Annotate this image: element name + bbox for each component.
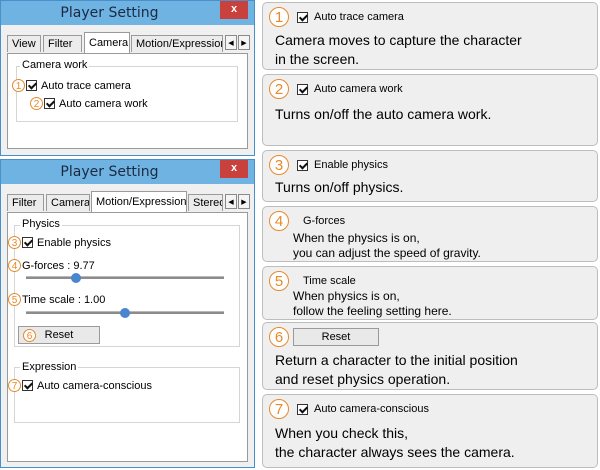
tab-motion-expression[interactable]: Motion/Expression xyxy=(131,35,223,52)
number-badge: 1 xyxy=(12,79,25,92)
number-badge: 1 xyxy=(269,7,289,27)
tab-filter[interactable]: Filter xyxy=(43,35,82,52)
number-badge: 6 xyxy=(269,327,289,347)
card-header-label: G-forces xyxy=(303,215,346,227)
title-bar[interactable]: Player Setting x xyxy=(1,160,254,184)
expression-group xyxy=(14,367,240,423)
number-badge: 7 xyxy=(8,379,21,392)
tab-bar: View Filter Camera Motion/Expression ◀ ▶ xyxy=(7,32,250,53)
group-title-expression: Expression xyxy=(20,361,79,373)
auto-trace-camera-checkbox[interactable] xyxy=(26,80,37,91)
auto-camera-work-row[interactable]: 2 Auto camera work xyxy=(30,97,148,110)
enable-physics-row[interactable]: 3 Enable physics xyxy=(8,236,111,249)
auto-camera-conscious-label: Auto camera-conscious xyxy=(37,379,152,392)
auto-trace-camera-label: Auto trace camera xyxy=(41,79,131,92)
card-header: 6 Reset xyxy=(269,327,379,347)
card-header-label: Time scale xyxy=(303,275,356,287)
timescale-slider[interactable] xyxy=(26,308,224,318)
gforces-slider[interactable] xyxy=(26,273,224,283)
number-badge: 5 xyxy=(8,293,21,306)
card-description: Camera moves to capture the character in… xyxy=(275,32,522,67)
number-badge: 3 xyxy=(269,155,289,175)
tab-motion-expression[interactable]: Motion/Expression xyxy=(91,191,187,212)
card-gforces: 4 G-forces When the physics is on, you c… xyxy=(262,206,598,262)
camera-panel: Camera work 1 Auto trace camera 2 Auto c… xyxy=(7,53,248,149)
title-bar[interactable]: Player Setting x xyxy=(1,1,254,25)
window-title: Player Setting xyxy=(60,5,159,21)
tab-scroll-right-icon[interactable]: ▶ xyxy=(238,194,250,209)
number-badge: 4 xyxy=(269,211,289,231)
reset-button-label: Reset xyxy=(44,329,74,341)
gforces-row: 4 G-forces : 9.77 xyxy=(8,259,95,272)
reset-row: 6 Reset xyxy=(18,326,100,344)
card-description: Turns on/off the auto camera work. xyxy=(275,106,492,122)
card-description: When you check this, the character alway… xyxy=(275,425,515,460)
group-title-camera-work: Camera work xyxy=(20,59,90,71)
card-header-label: Auto trace camera xyxy=(314,11,404,23)
number-badge: 2 xyxy=(30,97,43,110)
gforces-slider-thumb[interactable] xyxy=(70,273,81,283)
number-badge: 3 xyxy=(8,236,21,249)
checkbox-icon xyxy=(297,83,308,95)
card-header-label: Enable physics xyxy=(314,159,388,171)
card-description: When physics is on, follow the feeling s… xyxy=(293,289,452,318)
card-auto-camera-work: 2 Auto camera work Turns on/off the auto… xyxy=(262,74,598,146)
card-enable-physics: 3 Enable physics Turns on/off physics. xyxy=(262,150,598,202)
number-badge: 6 xyxy=(23,329,36,342)
player-setting-window-motion: Player Setting x Filter Camera Motion/Ex… xyxy=(0,159,255,468)
card-header-label: Auto camera work xyxy=(314,83,403,95)
card-header: 4 G-forces xyxy=(269,211,345,231)
card-description: When the physics is on, you can adjust t… xyxy=(293,231,481,260)
tab-view[interactable]: View xyxy=(7,35,41,52)
tab-filter[interactable]: Filter xyxy=(7,194,44,211)
auto-camera-conscious-row[interactable]: 7 Auto camera-conscious xyxy=(8,379,152,392)
auto-camera-conscious-checkbox[interactable] xyxy=(22,380,33,391)
card-header: 2 Auto camera work xyxy=(269,79,403,99)
camera-work-group xyxy=(16,66,238,122)
tab-bar: Filter Camera Motion/Expression Stereo ◀… xyxy=(7,191,250,212)
card-header: 3 Enable physics xyxy=(269,155,388,175)
close-button[interactable]: x xyxy=(220,160,248,178)
group-title-physics: Physics xyxy=(20,218,62,230)
player-setting-window-camera: Player Setting x View Filter Camera Moti… xyxy=(0,0,255,156)
tab-camera[interactable]: Camera xyxy=(46,194,90,211)
number-badge: 2 xyxy=(269,79,289,99)
number-badge: 5 xyxy=(269,271,289,291)
tab-camera[interactable]: Camera xyxy=(84,32,130,53)
card-header-label: Auto camera-conscious xyxy=(314,403,429,415)
gforces-label: G-forces : 9.77 xyxy=(22,259,95,272)
card-auto-trace-camera: 1 Auto trace camera Camera moves to capt… xyxy=(262,2,598,70)
auto-camera-work-label: Auto camera work xyxy=(59,97,148,110)
tab-scroll-left-icon[interactable]: ◀ xyxy=(225,194,237,209)
card-header: 1 Auto trace camera xyxy=(269,7,404,27)
timescale-row: 5 Time scale : 1.00 xyxy=(8,293,105,306)
card-reset: 6 Reset Return a character to the initia… xyxy=(262,322,598,390)
motion-expression-panel: Physics 3 Enable physics 4 G-forces : 9.… xyxy=(7,212,248,462)
auto-trace-camera-row[interactable]: 1 Auto trace camera xyxy=(12,79,131,92)
enable-physics-checkbox[interactable] xyxy=(22,237,33,248)
number-badge: 7 xyxy=(269,399,289,419)
enable-physics-label: Enable physics xyxy=(37,236,111,249)
timescale-slider-thumb[interactable] xyxy=(120,308,130,318)
auto-camera-work-checkbox[interactable] xyxy=(44,98,55,109)
window-title: Player Setting xyxy=(60,164,159,180)
tab-scroll-left-icon[interactable]: ◀ xyxy=(225,35,237,50)
card-auto-camera-conscious: 7 Auto camera-conscious When you check t… xyxy=(262,394,598,468)
reset-button[interactable]: 6 Reset xyxy=(18,326,100,344)
tab-stereo[interactable]: Stereo xyxy=(188,194,223,211)
number-badge: 4 xyxy=(8,259,21,272)
checkbox-icon xyxy=(297,403,308,415)
card-timescale: 5 Time scale When physics is on, follow … xyxy=(262,266,598,320)
timescale-label: Time scale : 1.00 xyxy=(22,293,106,306)
tab-scroll-right-icon[interactable]: ▶ xyxy=(238,35,250,50)
checkbox-icon xyxy=(297,159,308,171)
close-button[interactable]: x xyxy=(220,1,248,19)
card-header: 5 Time scale xyxy=(269,271,356,291)
card-header: 7 Auto camera-conscious xyxy=(269,399,429,419)
checkbox-icon xyxy=(297,11,308,23)
reset-button-sample: Reset xyxy=(293,328,379,346)
card-description: Turns on/off physics. xyxy=(275,179,404,195)
card-description: Return a character to the initial positi… xyxy=(275,352,518,387)
